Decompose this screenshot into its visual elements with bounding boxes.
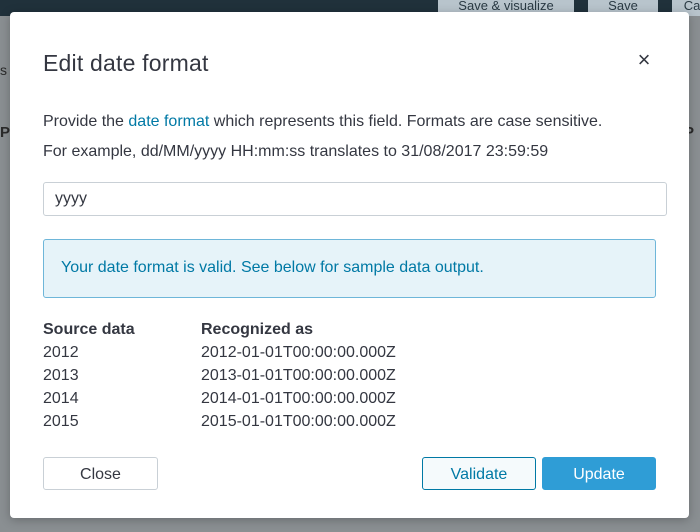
recognized-as-cell: 2012-01-01T00:00:00.000Z: [201, 344, 396, 361]
description-suffix: which represents this field. Formats are…: [209, 113, 603, 130]
table-row: 2012 2012-01-01T00:00:00.000Z: [43, 344, 443, 367]
close-button[interactable]: Close: [43, 457, 158, 490]
table-row: 2014 2014-01-01T00:00:00.000Z: [43, 390, 443, 413]
edit-date-format-modal: Edit date format × Provide the date form…: [10, 12, 689, 518]
sample-data-table: Source data Recognized as 2012 2012-01-0…: [43, 321, 443, 436]
table-row: 2015 2015-01-01T00:00:00.000Z: [43, 413, 443, 436]
table-header-row: Source data Recognized as: [43, 321, 443, 344]
validation-callout: Your date format is valid. See below for…: [43, 239, 656, 298]
background-text-fragment: s: [0, 62, 7, 78]
table-row: 2013 2013-01-01T00:00:00.000Z: [43, 367, 443, 390]
format-example-text: For example, dd/MM/yyyy HH:mm:ss transla…: [43, 143, 549, 160]
recognized-as-cell: 2015-01-01T00:00:00.000Z: [201, 413, 396, 430]
recognized-as-cell: 2013-01-01T00:00:00.000Z: [201, 367, 396, 384]
source-data-cell: 2014: [43, 390, 79, 407]
update-button[interactable]: Update: [542, 457, 656, 490]
validation-message: Your date format is valid. See below for…: [61, 259, 484, 276]
description-prefix: Provide the: [43, 113, 129, 130]
validate-button[interactable]: Validate: [422, 457, 536, 490]
source-data-cell: 2012: [43, 344, 79, 361]
modal-description: Provide the date format which represents…: [43, 113, 663, 131]
recognized-as-cell: 2014-01-01T00:00:00.000Z: [201, 390, 396, 407]
recognized-as-header: Recognized as: [201, 321, 314, 338]
source-data-cell: 2015: [43, 413, 79, 430]
background-text-fragment: P: [0, 124, 11, 141]
source-data-header: Source data: [43, 321, 135, 338]
modal-title: Edit date format: [43, 50, 209, 76]
source-data-cell: 2013: [43, 367, 79, 384]
date-format-link[interactable]: date format: [128, 113, 209, 130]
date-format-input[interactable]: [43, 182, 667, 216]
close-icon[interactable]: ×: [630, 46, 658, 74]
